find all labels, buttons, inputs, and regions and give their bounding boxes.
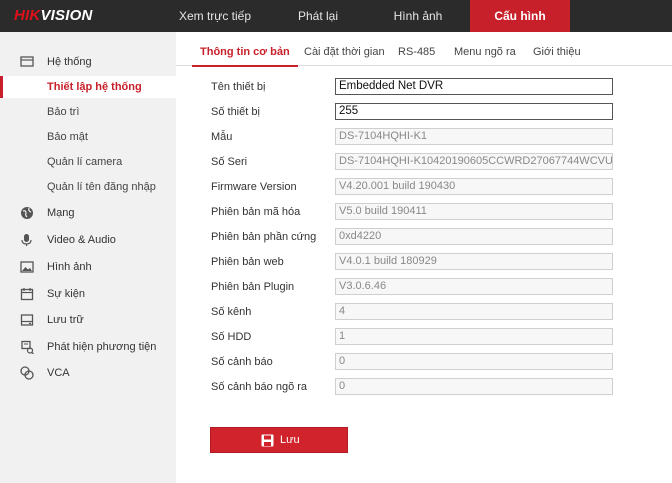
sidebar-group-label: Video & Audio xyxy=(47,234,116,246)
sidebar-group-event[interactable]: Sự kiện xyxy=(0,282,176,306)
label-hdd-count: Số HDD xyxy=(211,331,252,343)
label-device-name: Tên thiết bị xyxy=(211,81,266,93)
label-firmware-version: Firmware Version xyxy=(211,181,297,193)
sidebar-group-vca[interactable]: VCA xyxy=(0,361,176,385)
alarm-output-count-field: 0 xyxy=(335,378,613,395)
label-web-version: Phiên bản web xyxy=(211,256,284,268)
sidebar-item-maintenance[interactable]: Bảo trì xyxy=(0,101,176,123)
sidebar-item-camera-management[interactable]: Quản lí camera xyxy=(0,151,176,173)
sidebar-group-label: Mạng xyxy=(47,207,75,219)
sidebar-group-label: Sự kiện xyxy=(47,288,85,300)
label-hardware-version: Phiên bản phần cứng xyxy=(211,231,317,243)
storage-icon xyxy=(20,314,34,326)
label-device-no: Số thiết bị xyxy=(211,106,260,118)
device-no-input[interactable]: 255 xyxy=(335,103,613,120)
sidebar-group-vehicle-detection[interactable]: Phát hiện phương tiện xyxy=(0,335,176,359)
sidebar-item-system-settings[interactable]: Thiết lập hệ thống xyxy=(0,76,176,98)
save-button-label: Lưu xyxy=(280,434,300,446)
nav-playback[interactable]: Phát lại xyxy=(270,0,366,32)
sidebar-item-label: Quản lí camera xyxy=(47,156,123,168)
sidebar-item-label: Thiết lập hệ thống xyxy=(47,81,142,93)
device-name-input[interactable]: Embedded Net DVR xyxy=(335,78,613,95)
tab-time-settings[interactable]: Cài đặt thời gian xyxy=(304,38,385,66)
sidebar-group-label: Lưu trữ xyxy=(47,314,84,326)
globe-icon xyxy=(21,207,33,219)
save-button[interactable]: Lưu xyxy=(210,427,348,453)
hdd-count-field: 1 xyxy=(335,328,613,345)
label-alarm-output-count: Số cảnh báo ngõ ra xyxy=(211,381,308,393)
image-icon xyxy=(20,261,34,273)
hikvision-logo: HIKVISION xyxy=(14,7,92,24)
serial-no-field: DS-7104HQHI-K10420190605CCWRD27067744WCV… xyxy=(335,153,613,170)
sidebar-group-label: Phát hiện phương tiện xyxy=(47,341,157,353)
plugin-version-field: V3.0.6.46 xyxy=(335,278,613,295)
firmware-version-field: V4.20.001 build 190430 xyxy=(335,178,613,195)
calendar-icon xyxy=(20,288,34,301)
hardware-version-field: 0xd4220 xyxy=(335,228,613,245)
tab-about[interactable]: Giới thiệu xyxy=(533,38,581,66)
model-field: DS-7104HQHI-K1 xyxy=(335,128,613,145)
label-channel-count: Số kênh xyxy=(211,306,252,318)
vca-icon xyxy=(20,366,34,380)
nav-picture[interactable]: Hình ảnh xyxy=(370,0,466,32)
sidebar-item-user-management[interactable]: Quản lí tên đăng nhập xyxy=(0,176,176,198)
save-icon xyxy=(261,434,274,447)
sidebar-group-storage[interactable]: Lưu trữ xyxy=(0,308,176,332)
config-tabs: Thông tin cơ bản Cài đặt thời gian RS-48… xyxy=(176,38,672,67)
encoding-version-field: V5.0 build 190411 xyxy=(335,203,613,220)
alarm-input-count-field: 0 xyxy=(335,353,613,370)
top-nav-bar: HIKVISION Xem trực tiếp Phát lại Hình ản… xyxy=(0,0,672,32)
tab-rs485[interactable]: RS-485 xyxy=(398,38,435,66)
mic-icon xyxy=(21,234,32,246)
nav-configuration[interactable]: Cấu hình xyxy=(470,0,570,32)
label-alarm-input-count: Số cảnh báo xyxy=(211,356,273,368)
channel-count-field: 4 xyxy=(335,303,613,320)
sidebar-item-label: Bảo mật xyxy=(47,131,88,143)
sidebar-group-system[interactable]: Hệ thống xyxy=(0,50,176,74)
sidebar-group-label: Hình ảnh xyxy=(47,261,92,273)
logo-part-vision: VISION xyxy=(40,7,93,24)
sidebar-item-security[interactable]: Bảo mật xyxy=(0,126,176,148)
sidebar-item-label: Bảo trì xyxy=(47,106,80,118)
nav-live-view[interactable]: Xem trực tiếp xyxy=(160,0,270,32)
vehicle-icon xyxy=(21,340,34,354)
sidebar-group-video-audio[interactable]: Video & Audio xyxy=(0,228,176,252)
label-encoding-version: Phiên bản mã hóa xyxy=(211,206,301,218)
tab-basic-info[interactable]: Thông tin cơ bản xyxy=(192,38,298,67)
web-version-field: V4.0.1 build 180929 xyxy=(335,253,613,270)
tab-menu-output[interactable]: Menu ngõ ra xyxy=(454,38,516,66)
sidebar-group-label: VCA xyxy=(47,367,70,379)
sidebar-group-image[interactable]: Hình ảnh xyxy=(0,255,176,279)
sidebar-item-label: Quản lí tên đăng nhập xyxy=(47,181,156,193)
sidebar-group-network[interactable]: Mạng xyxy=(0,201,176,225)
monitor-icon xyxy=(20,56,34,67)
label-serial-no: Số Seri xyxy=(211,156,248,168)
label-model: Mẫu xyxy=(211,131,233,143)
sidebar-group-label: Hệ thống xyxy=(47,56,92,68)
logo-part-hik: HIK xyxy=(14,7,41,24)
label-plugin-version: Phiên bản Plugin xyxy=(211,281,295,293)
